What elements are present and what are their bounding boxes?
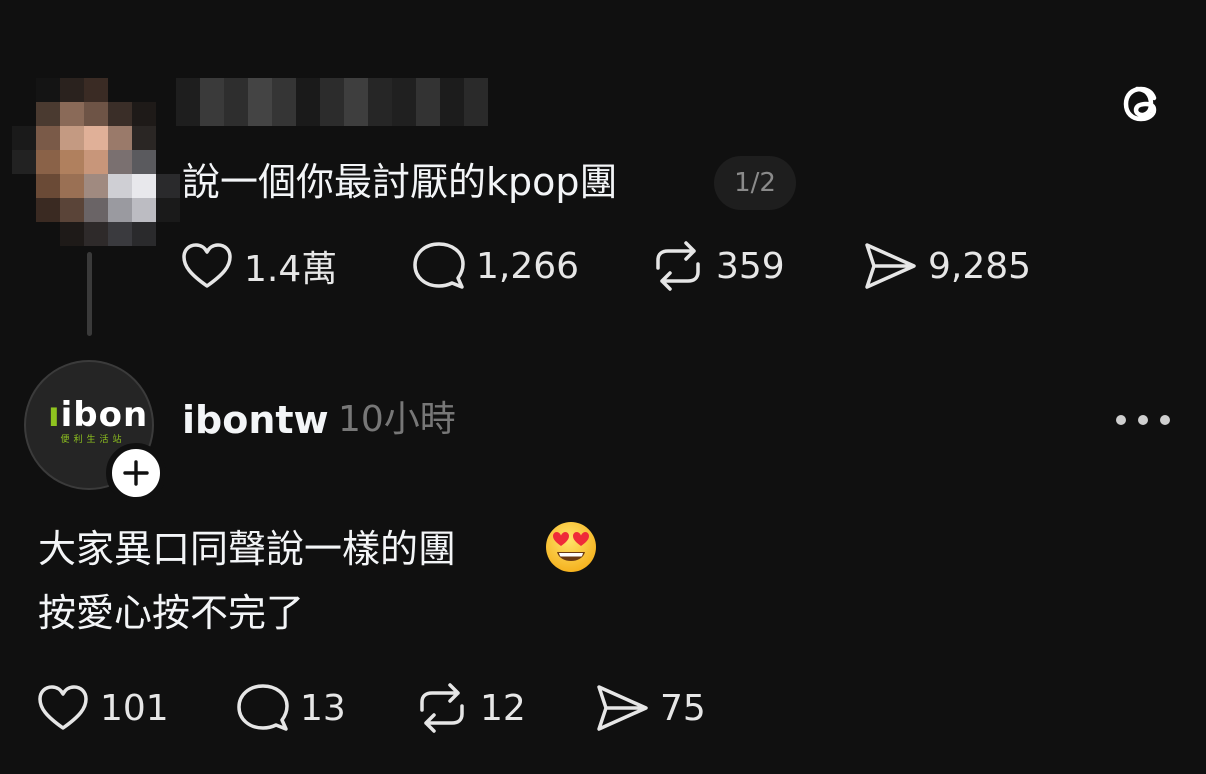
plus-icon [123,460,149,486]
more-dot-icon [1116,415,1126,425]
original-post-avatar-blurred[interactable] [12,78,180,246]
repost-icon [656,241,700,291]
original-post-text: 說一個你最討厭的kpop團 [182,160,618,204]
ibon-logo: ıibon 便利生活站 [48,395,147,446]
more-options-button[interactable] [1116,404,1170,436]
threads-at-icon [1123,86,1157,122]
reply-button[interactable]: 1,266 [410,240,579,292]
reply-repost-count: 12 [480,687,526,729]
reply-text-line2: 按愛心按不完了 [38,591,305,635]
heart-eyes-emoji-icon [544,520,598,574]
reply-username[interactable]: ibontw [182,394,329,446]
comment-bubble-icon [237,684,289,731]
reply-repost-button[interactable]: 12 [414,682,526,734]
reply-count: 1,266 [476,245,580,287]
reply-share-button[interactable]: 75 [594,682,706,734]
ibon-logo-mark: ı [48,395,61,435]
reply-comment-count: 13 [300,687,346,729]
repost-count: 359 [716,245,785,287]
more-dot-icon [1138,415,1148,425]
send-icon [865,243,916,289]
repost-button[interactable]: 359 [650,240,785,292]
reply-text-line1: 大家異口同聲說一樣的團 [38,527,457,571]
page-indicator-badge: 1/2 [714,156,796,210]
reply-comment-button[interactable]: 13 [234,682,346,734]
threads-logo-icon[interactable] [1114,76,1170,132]
send-icon [597,685,648,731]
thread-connector-line [87,252,92,336]
heart-icon [38,685,88,730]
like-button[interactable]: 1.4萬 [180,240,337,292]
comment-bubble-icon [413,242,465,289]
ibon-brand-text: ibon [60,395,149,435]
share-button[interactable]: 9,285 [862,240,1031,292]
repost-icon [420,683,464,733]
original-post-author-name-blurred[interactable] [176,78,488,126]
heart-icon [182,243,232,288]
like-count: 1.4萬 [244,249,338,290]
reply-timestamp: 10小時 [338,399,456,440]
more-dot-icon [1160,415,1170,425]
reply-share-count: 75 [660,687,706,729]
follow-button[interactable] [106,443,166,503]
reply-like-button[interactable]: 101 [36,682,169,734]
share-count: 9,285 [928,245,1032,287]
reply-like-count: 101 [100,687,169,729]
